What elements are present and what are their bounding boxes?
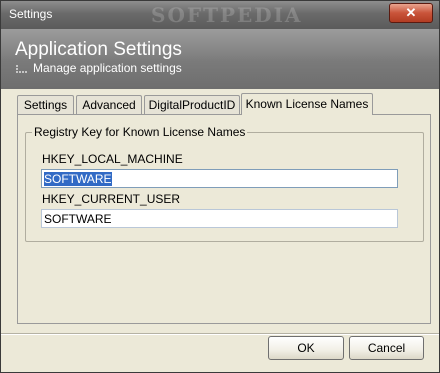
tab-known-license-names[interactable]: Known License Names — [241, 93, 373, 115]
current-user-input[interactable]: SOFTWARE — [41, 209, 398, 228]
footer-separator — [1, 333, 439, 335]
header-title: Application Settings — [15, 39, 182, 60]
groupbox-legend: Registry Key for Known License Names — [32, 125, 248, 139]
tab-digitalproductid[interactable]: DigitalProductID — [144, 95, 240, 114]
tab-panel: Registry Key for Known License Names HKE… — [17, 114, 431, 324]
current-user-label: HKEY_CURRENT_USER — [42, 192, 181, 206]
ok-button[interactable]: OK — [268, 336, 344, 360]
current-user-value: SOFTWARE — [44, 212, 112, 226]
tab-settings[interactable]: Settings — [17, 95, 74, 114]
close-icon: ✕ — [405, 5, 417, 20]
title-bar[interactable]: Settings SOFTPEDIA ✕ — [1, 1, 439, 29]
close-button[interactable]: ✕ — [389, 3, 433, 23]
local-machine-value: SOFTWARE — [44, 172, 112, 186]
local-machine-input[interactable]: SOFTWARE — [41, 169, 398, 188]
header-banner: Application Settings Manage application … — [1, 29, 439, 89]
header-subtitle: Manage application settings — [33, 61, 182, 75]
local-machine-label: HKEY_LOCAL_MACHINE — [42, 152, 183, 166]
tab-advanced[interactable]: Advanced — [76, 95, 142, 114]
tab-strip: Settings Advanced DigitalProductID Known… — [17, 93, 437, 115]
registry-key-groupbox: Registry Key for Known License Names HKE… — [25, 125, 424, 242]
cancel-button[interactable]: Cancel — [349, 336, 424, 360]
header-subtitle-row: Manage application settings — [15, 61, 182, 75]
settings-window: Settings SOFTPEDIA ✕ Application Setting… — [0, 0, 440, 373]
window-title: Settings — [9, 7, 53, 21]
watermark-logo: SOFTPEDIA — [151, 3, 303, 27]
dots-icon — [15, 63, 29, 73]
